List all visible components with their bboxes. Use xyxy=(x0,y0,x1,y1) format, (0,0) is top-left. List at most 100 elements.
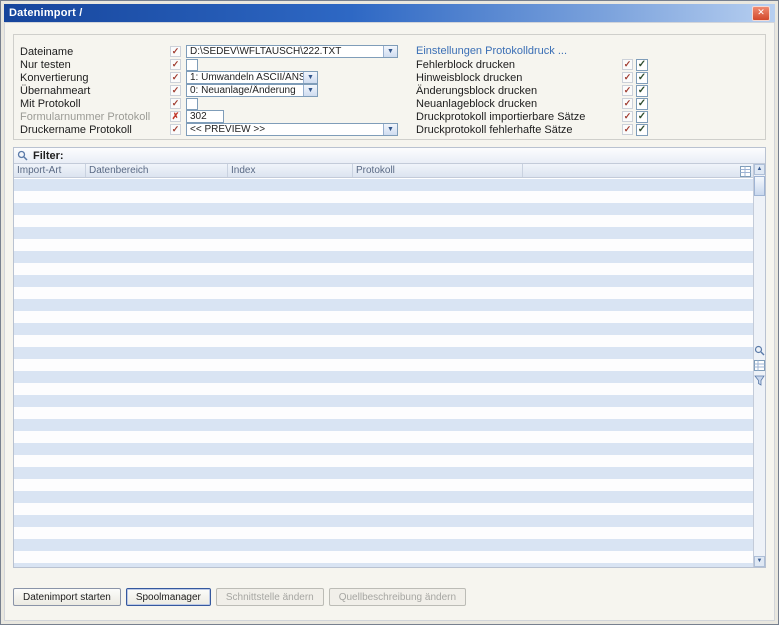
check-icon[interactable]: ✓ xyxy=(170,72,181,83)
scroll-thumb[interactable] xyxy=(754,176,765,196)
check-icon[interactable]: ✓ xyxy=(170,124,181,135)
form-row-mit-protokoll: Mit Protokoll✓ xyxy=(20,97,412,110)
protocol-label-druckprotokoll-importierbare-saetze: Druckprotokoll importierbare Sätze xyxy=(416,111,622,123)
table-row[interactable] xyxy=(14,515,753,527)
grid-body[interactable] xyxy=(14,179,753,567)
uebernahmeart-combo[interactable]: 0: Neuanlage/Änderung▼ xyxy=(186,84,318,97)
dropdown-arrow-icon[interactable]: ▼ xyxy=(303,85,317,96)
column-header-label: Datenbereich xyxy=(89,165,148,176)
table-row[interactable] xyxy=(14,191,753,203)
dropdown-arrow-icon[interactable]: ▼ xyxy=(303,72,317,83)
column-header-index[interactable]: Index xyxy=(228,164,353,177)
table-row[interactable] xyxy=(14,311,753,323)
table-row[interactable] xyxy=(14,503,753,515)
scroll-up-icon[interactable]: ▲ xyxy=(754,164,765,175)
check-icon[interactable]: ✓ xyxy=(622,124,633,135)
title-bar[interactable]: Datenimport / ✕ xyxy=(4,4,775,22)
table-row[interactable] xyxy=(14,407,753,419)
check-icon[interactable]: ✓ xyxy=(622,98,633,109)
datenimport-starten-button[interactable]: Datenimport starten xyxy=(13,588,121,606)
red-x-icon[interactable]: ✗ xyxy=(170,111,181,122)
table-row[interactable] xyxy=(14,395,753,407)
table-row[interactable] xyxy=(14,239,753,251)
vertical-scrollbar[interactable]: ▲ ▼ xyxy=(753,164,765,567)
column-header-extra[interactable] xyxy=(523,164,753,177)
table-row[interactable] xyxy=(14,431,753,443)
table-row[interactable] xyxy=(14,263,753,275)
close-button[interactable]: ✕ xyxy=(752,6,770,21)
field-label-uebernahmeart: Übernahmeart xyxy=(20,85,170,97)
table-row[interactable] xyxy=(14,251,753,263)
table-row[interactable] xyxy=(14,455,753,467)
dateiname-combo[interactable]: D:\SEDEV\WFLTAUSCH\222.TXT▼ xyxy=(186,45,398,58)
aenderungsblock-drucken-checkbox[interactable]: ✓ xyxy=(636,85,648,97)
column-header-datenbereich[interactable]: Datenbereich xyxy=(86,164,228,177)
nur-testen-checkbox[interactable] xyxy=(186,59,198,71)
field-label-formularnummer-protokoll: Formularnummer Protokoll xyxy=(20,111,170,123)
konvertierung-combo[interactable]: 1: Umwandeln ASCII/ANSI▼ xyxy=(186,71,318,84)
form-row-nur-testen: Nur testen✓ xyxy=(20,58,412,71)
filter-funnel-icon[interactable] xyxy=(754,375,765,386)
druckprotokoll-fehlerhafte-saetze-checkbox[interactable]: ✓ xyxy=(636,124,648,136)
protocol-label-hinweisblock-drucken: Hinweisblock drucken xyxy=(416,72,622,84)
column-header-import-art[interactable]: Import-Art xyxy=(14,164,86,177)
table-row[interactable] xyxy=(14,299,753,311)
table-row[interactable] xyxy=(14,203,753,215)
formularnummer-protokoll-input[interactable]: 302 xyxy=(186,110,224,123)
table-row[interactable] xyxy=(14,335,753,347)
neuanlageblock-drucken-checkbox[interactable]: ✓ xyxy=(636,98,648,110)
check-icon[interactable]: ✓ xyxy=(170,98,181,109)
table-row[interactable] xyxy=(14,527,753,539)
druckername-protokoll-combo[interactable]: << PREVIEW >>▼ xyxy=(186,123,398,136)
magnifier-icon[interactable] xyxy=(754,345,765,356)
table-row[interactable] xyxy=(14,443,753,455)
hinweisblock-drucken-checkbox[interactable]: ✓ xyxy=(636,72,648,84)
table-row[interactable] xyxy=(14,383,753,395)
button-bar: Datenimport startenSpoolmanagerSchnittst… xyxy=(13,588,466,606)
table-row[interactable] xyxy=(14,215,753,227)
protocol-label-neuanlageblock-drucken: Neuanlageblock drucken xyxy=(416,98,622,110)
table-row[interactable] xyxy=(14,419,753,431)
check-icon[interactable]: ✓ xyxy=(622,85,633,96)
table-icon[interactable] xyxy=(740,166,751,177)
table-row[interactable] xyxy=(14,227,753,239)
table-row[interactable] xyxy=(14,563,753,567)
table-row[interactable] xyxy=(14,275,753,287)
table-row[interactable] xyxy=(14,347,753,359)
check-icon[interactable]: ✓ xyxy=(170,59,181,70)
grid-icon[interactable] xyxy=(754,360,765,371)
check-icon[interactable]: ✓ xyxy=(622,72,633,83)
field-label-nur-testen: Nur testen xyxy=(20,59,170,71)
form-row-dateiname: Dateiname✓D:\SEDEV\WFLTAUSCH\222.TXT▼ xyxy=(20,45,412,58)
dropdown-arrow-icon[interactable]: ▼ xyxy=(383,46,397,57)
table-row[interactable] xyxy=(14,491,753,503)
column-header-label: Index xyxy=(231,165,255,176)
combo-value: 0: Neuanlage/Änderung xyxy=(187,85,303,96)
content-area: Dateiname✓D:\SEDEV\WFLTAUSCH\222.TXT▼Nur… xyxy=(4,22,775,621)
dropdown-arrow-icon[interactable]: ▼ xyxy=(383,124,397,135)
check-icon[interactable]: ✓ xyxy=(170,46,181,57)
check-icon[interactable]: ✓ xyxy=(622,111,633,122)
table-row[interactable] xyxy=(14,323,753,335)
scroll-down-icon[interactable]: ▼ xyxy=(754,556,765,567)
table-row[interactable] xyxy=(14,371,753,383)
table-row[interactable] xyxy=(14,539,753,551)
search-icon[interactable] xyxy=(17,150,28,161)
check-icon[interactable]: ✓ xyxy=(622,59,633,70)
column-header-protokoll[interactable]: Protokoll xyxy=(353,164,523,177)
check-icon[interactable]: ✓ xyxy=(170,85,181,96)
fehlerblock-drucken-checkbox[interactable]: ✓ xyxy=(636,59,648,71)
protocol-settings: Einstellungen Protokolldruck ... Fehlerb… xyxy=(416,45,759,136)
protocol-row-druckprotokoll-importierbare-saetze: Druckprotokoll importierbare Sätze✓✓ xyxy=(416,110,759,123)
protocol-settings-title[interactable]: Einstellungen Protokolldruck ... xyxy=(416,45,759,58)
table-row[interactable] xyxy=(14,287,753,299)
table-row[interactable] xyxy=(14,179,753,191)
table-row[interactable] xyxy=(14,479,753,491)
table-row[interactable] xyxy=(14,359,753,371)
table-row[interactable] xyxy=(14,467,753,479)
spoolmanager-button[interactable]: Spoolmanager xyxy=(126,588,211,606)
table-row[interactable] xyxy=(14,551,753,563)
mit-protokoll-checkbox[interactable] xyxy=(186,98,198,110)
druckprotokoll-importierbare-saetze-checkbox[interactable]: ✓ xyxy=(636,111,648,123)
field-label-mit-protokoll: Mit Protokoll xyxy=(20,98,170,110)
